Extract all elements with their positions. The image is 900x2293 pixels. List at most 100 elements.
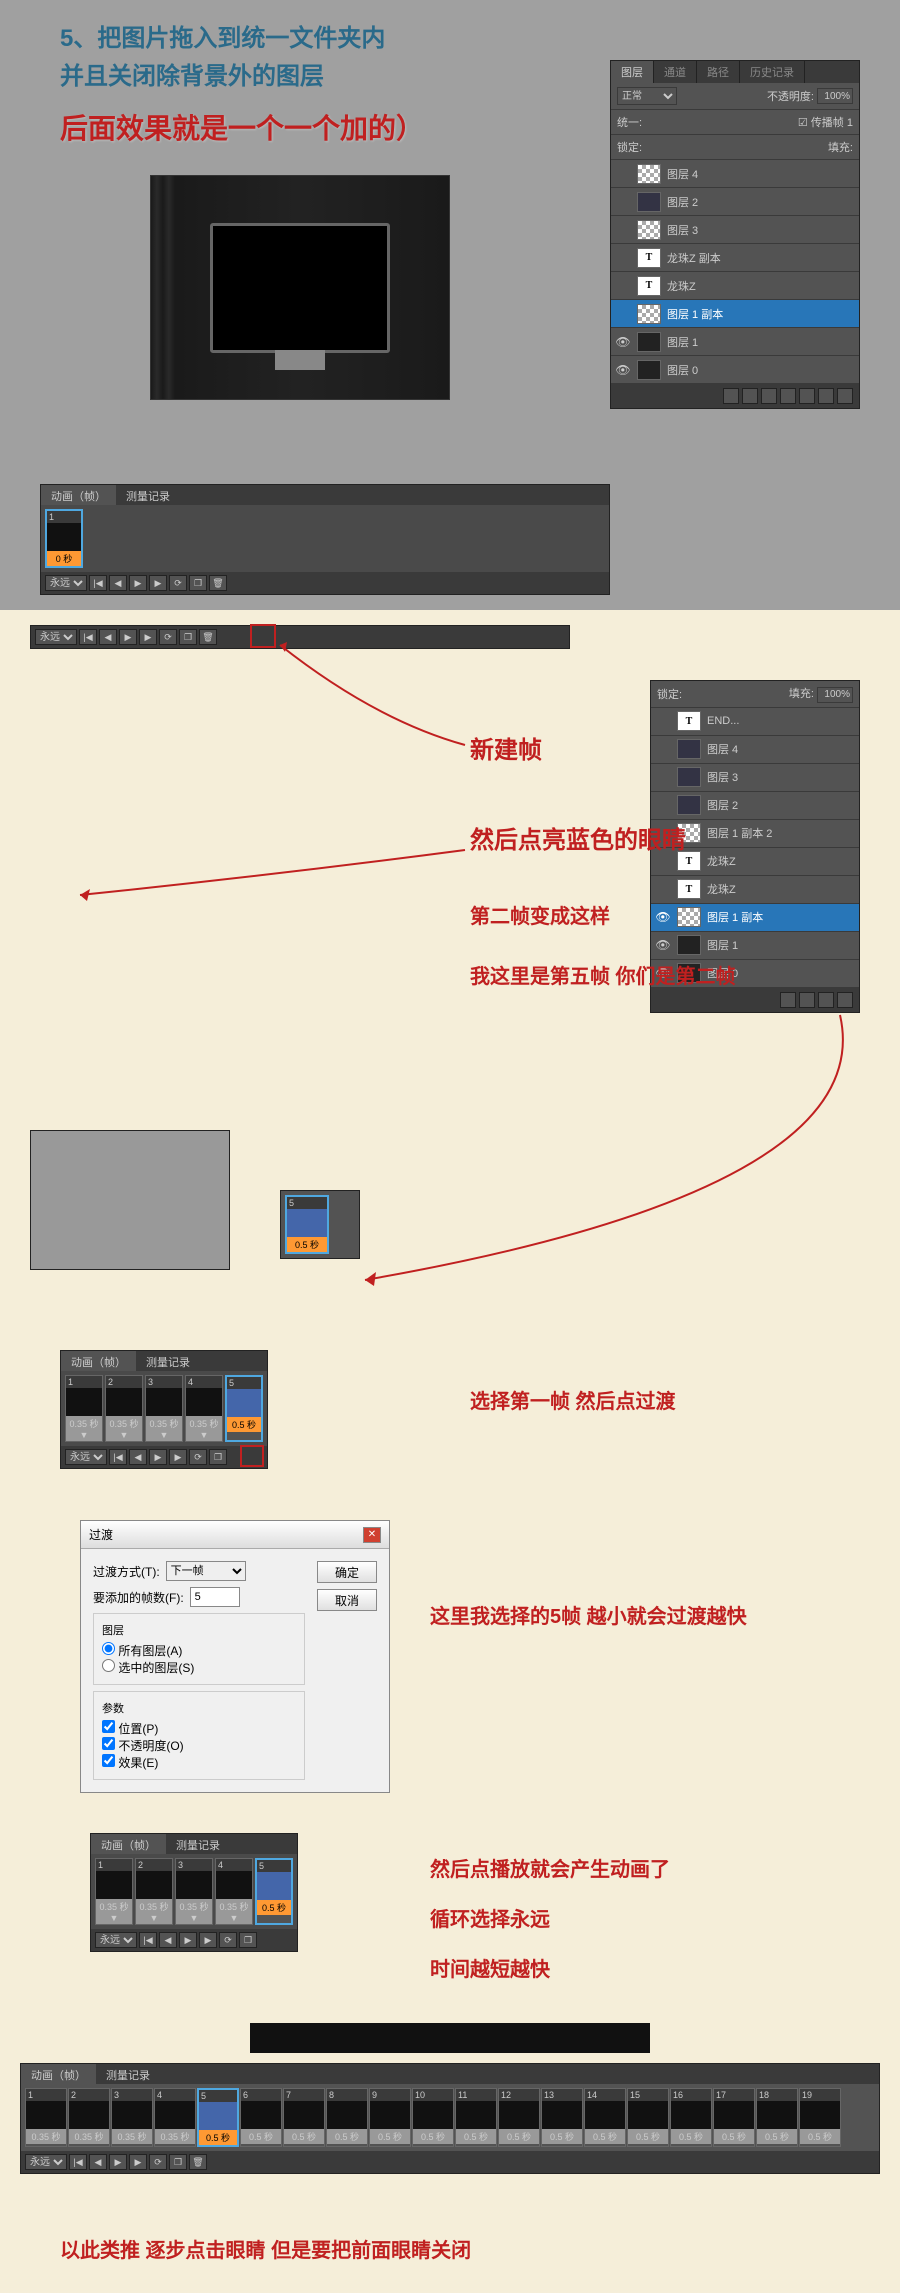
play-icon[interactable]: ▶ (179, 1932, 197, 1948)
frame-time[interactable]: 0.5 秒 (327, 2129, 367, 2144)
prev-frame-icon[interactable]: ◀ (159, 1932, 177, 1948)
cancel-button[interactable]: 取消 (317, 1589, 377, 1611)
group-icon[interactable] (799, 388, 815, 404)
new-layer-icon[interactable] (818, 992, 834, 1008)
animation-frame[interactable]: 30.35 秒▼ (175, 1858, 213, 1925)
tab-animation[interactable]: 动画（帧） (21, 2064, 96, 2084)
play-icon[interactable]: ▶ (119, 629, 137, 645)
fx-icon[interactable] (742, 388, 758, 404)
animation-frame[interactable]: 60.5 秒 (240, 2088, 282, 2147)
new-frame-icon[interactable]: ❐ (209, 1449, 227, 1465)
frame-time[interactable]: 0.5 秒 (542, 2129, 582, 2144)
tween-icon[interactable]: ⟳ (149, 2154, 167, 2170)
layer-row[interactable]: 图层 2 (611, 188, 859, 216)
trash-icon[interactable] (837, 388, 853, 404)
opacity-input[interactable] (817, 88, 853, 104)
tab-layers[interactable]: 图层 (611, 61, 654, 83)
animation-frame[interactable]: 80.5 秒 (326, 2088, 368, 2147)
next-frame-icon[interactable]: ▶ (199, 1932, 217, 1948)
frame-time[interactable]: 0.35 秒 (112, 2129, 152, 2144)
frame-time[interactable]: 0.35 秒▼ (186, 1416, 222, 1441)
animation-frame[interactable]: 50.5 秒 (255, 1858, 293, 1925)
animation-frame[interactable]: 50.5 秒 (225, 1375, 263, 1442)
animation-frame[interactable]: 190.5 秒 (799, 2088, 841, 2147)
animation-frame[interactable]: 40.35 秒▼ (215, 1858, 253, 1925)
animation-frame[interactable]: 40.35 秒 (154, 2088, 196, 2147)
tab-channels[interactable]: 通道 (654, 61, 697, 83)
tab-animation[interactable]: 动画（帧） (61, 1351, 136, 1371)
first-frame-icon[interactable]: |◀ (139, 1932, 157, 1948)
visibility-eye-icon[interactable]: 👁 (615, 363, 631, 377)
delete-frame-icon[interactable]: 🗑 (189, 2154, 207, 2170)
layer-row[interactable]: TEND... (651, 708, 859, 736)
first-frame-icon[interactable]: |◀ (109, 1449, 127, 1465)
play-icon[interactable]: ▶ (109, 2154, 127, 2170)
animation-frame[interactable]: 130.5 秒 (541, 2088, 583, 2147)
frame-time[interactable]: 0.5 秒 (585, 2129, 625, 2144)
prev-frame-icon[interactable]: ◀ (129, 1449, 147, 1465)
frame-time[interactable]: 0.5 秒 (714, 2129, 754, 2144)
animation-frame[interactable]: 50.5 秒 (197, 2088, 239, 2147)
ok-button[interactable]: 确定 (317, 1561, 377, 1583)
loop-select[interactable]: 永远 (95, 1932, 137, 1948)
animation-frame[interactable]: 180.5 秒 (756, 2088, 798, 2147)
animation-frame[interactable]: 120.5 秒 (498, 2088, 540, 2147)
layer-row[interactable]: 👁图层 1 (651, 932, 859, 960)
close-icon[interactable]: ✕ (363, 1527, 381, 1543)
layer-row[interactable]: 👁图层 1 (611, 328, 859, 356)
frame-time[interactable]: 0.5 秒 (241, 2129, 281, 2144)
frame-time[interactable]: 0.35 秒▼ (106, 1416, 142, 1441)
tab-animation[interactable]: 动画（帧） (91, 1834, 166, 1854)
frame-time[interactable]: 0.35 秒▼ (96, 1899, 132, 1924)
first-frame-icon[interactable]: |◀ (69, 2154, 87, 2170)
chk-effect[interactable] (102, 1754, 115, 1767)
animation-frame[interactable]: 90.5 秒 (369, 2088, 411, 2147)
animation-frame[interactable]: 40.35 秒▼ (185, 1375, 223, 1442)
animation-frame[interactable]: 110.5 秒 (455, 2088, 497, 2147)
frame-time[interactable]: 0.5 秒 (628, 2129, 668, 2144)
visibility-eye-icon[interactable]: 👁 (615, 335, 631, 349)
frame-time[interactable]: 0.5 秒 (499, 2129, 539, 2144)
layer-row[interactable]: 图层 3 (651, 764, 859, 792)
frame-time[interactable]: 0.35 秒▼ (136, 1899, 172, 1924)
animation-frame[interactable]: 20.35 秒▼ (135, 1858, 173, 1925)
tween-icon[interactable]: ⟳ (159, 629, 177, 645)
next-frame-icon[interactable]: ▶ (129, 2154, 147, 2170)
animation-frame[interactable]: 30.35 秒 (111, 2088, 153, 2147)
frame-time[interactable]: 0.5 秒 (284, 2129, 324, 2144)
tween-icon[interactable]: ⟳ (189, 1449, 207, 1465)
frame-time[interactable]: 0.35 秒▼ (176, 1899, 212, 1924)
animation-frame[interactable]: 140.5 秒 (584, 2088, 626, 2147)
next-frame-icon[interactable]: ▶ (169, 1449, 187, 1465)
frame-time[interactable]: 0.5 秒 (370, 2129, 410, 2144)
radio-all[interactable] (102, 1642, 115, 1655)
new-frame-icon[interactable]: ❐ (179, 629, 197, 645)
layer-row[interactable]: 图层 4 (651, 736, 859, 764)
prev-frame-icon[interactable]: ◀ (89, 2154, 107, 2170)
animation-frame[interactable]: 10.35 秒▼ (65, 1375, 103, 1442)
layer-row[interactable]: 👁图层 0 (611, 356, 859, 384)
first-frame-icon[interactable]: |◀ (89, 575, 107, 591)
prev-frame-icon[interactable]: ◀ (109, 575, 127, 591)
delete-frame-icon[interactable]: 🗑 (209, 575, 227, 591)
animation-frame[interactable]: 10.35 秒 (25, 2088, 67, 2147)
tab-history[interactable]: 历史记录 (740, 61, 805, 83)
new-frame-icon[interactable]: ❐ (169, 2154, 187, 2170)
layer-row[interactable]: 图层 3 (611, 216, 859, 244)
next-frame-icon[interactable]: ▶ (149, 575, 167, 591)
frame-time[interactable]: 0.5 秒 (757, 2129, 797, 2144)
radio-selected[interactable] (102, 1659, 115, 1672)
fill-input[interactable] (817, 687, 853, 703)
layer-row[interactable]: 👁图层 1 副本 (651, 904, 859, 932)
loop-select[interactable]: 永远 (25, 2154, 67, 2170)
animation-frame[interactable]: 70.5 秒 (283, 2088, 325, 2147)
loop-select[interactable]: 永远 (45, 575, 87, 591)
frame-time[interactable]: 0.5 秒 (800, 2129, 840, 2144)
layer-row[interactable]: 图层 2 (651, 792, 859, 820)
frame-time[interactable]: 0.35 秒▼ (216, 1899, 252, 1924)
animation-frame[interactable]: 100.5 秒 (412, 2088, 454, 2147)
animation-frame[interactable]: 10.35 秒▼ (95, 1858, 133, 1925)
method-select[interactable]: 下一帧 (166, 1561, 246, 1581)
new-frame-icon[interactable]: ❐ (189, 575, 207, 591)
tab-paths[interactable]: 路径 (697, 61, 740, 83)
